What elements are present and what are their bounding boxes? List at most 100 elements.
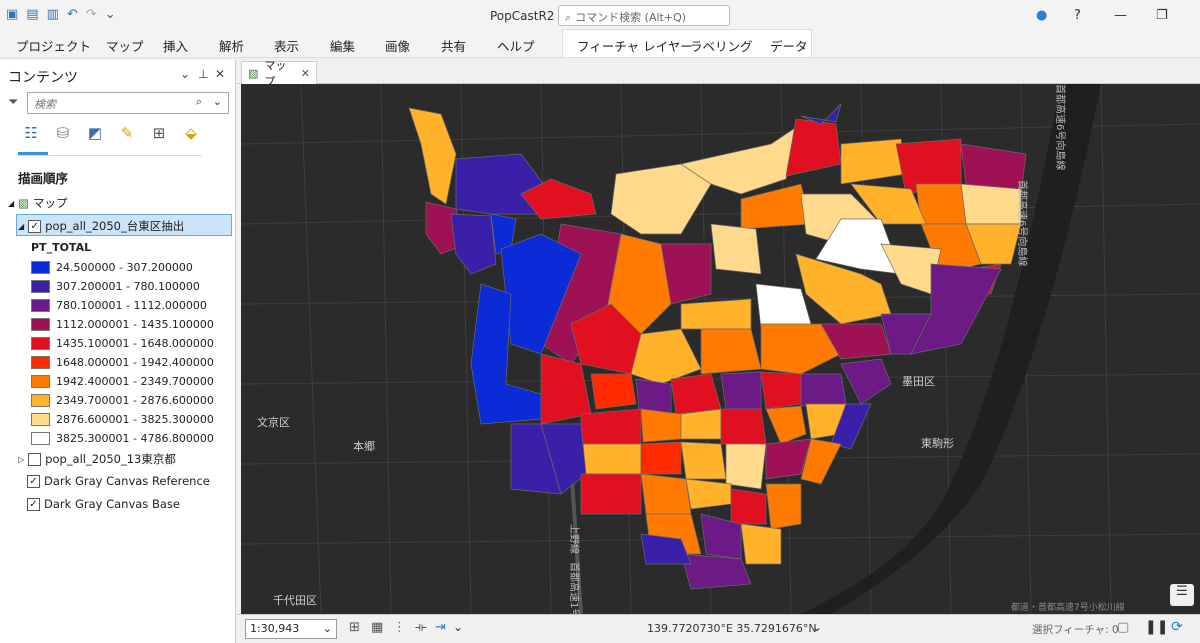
labeling-icon[interactable]: ⬙ bbox=[180, 124, 202, 146]
customize-qat-icon[interactable]: ⌄ bbox=[105, 7, 116, 22]
district-polygon[interactable] bbox=[840, 358, 892, 405]
tab-map-view[interactable]: ▧ マップ ✕ bbox=[241, 59, 317, 88]
drawing-order-icon[interactable]: ☷ bbox=[20, 124, 42, 146]
tab-data[interactable]: データ bbox=[770, 36, 808, 55]
pane-options-icon[interactable]: ⌄ bbox=[180, 67, 190, 81]
tab-map[interactable]: マップ bbox=[106, 36, 144, 55]
restore-icon[interactable]: ❐ bbox=[1156, 8, 1168, 23]
district-polygon[interactable] bbox=[670, 373, 722, 415]
command-search-input[interactable]: ⌕ コマンド検索 (Alt+Q) bbox=[558, 5, 730, 26]
district-polygon[interactable] bbox=[730, 488, 767, 525]
district-polygon[interactable] bbox=[725, 443, 767, 490]
minimize-icon[interactable]: — bbox=[1114, 8, 1127, 23]
district-polygon[interactable] bbox=[760, 371, 802, 410]
snapping-icon[interactable]: ⊞ bbox=[148, 124, 170, 146]
tab-help[interactable]: ヘルプ bbox=[497, 36, 535, 55]
district-polygon[interactable] bbox=[785, 118, 842, 177]
district-polygon[interactable] bbox=[755, 283, 812, 330]
close-icon[interactable]: ✕ bbox=[215, 67, 225, 81]
collapsed-icon[interactable]: ▷ bbox=[18, 455, 24, 464]
district-polygon[interactable] bbox=[700, 328, 762, 375]
district-polygon[interactable] bbox=[680, 408, 722, 440]
tab-project[interactable]: プロジェクト bbox=[16, 36, 91, 55]
district-polygon[interactable] bbox=[450, 213, 497, 275]
filter-icon[interactable]: ⏷ bbox=[8, 95, 18, 110]
chevron-down-icon[interactable]: ⌄ bbox=[453, 620, 463, 634]
layer-item-base[interactable]: ✓ Dark Gray Canvas Base bbox=[27, 497, 180, 511]
district-polygon[interactable] bbox=[710, 223, 762, 275]
pin-icon[interactable]: ⊥ bbox=[198, 67, 208, 81]
open-project-icon[interactable]: ▤ bbox=[26, 7, 38, 22]
district-polygon[interactable] bbox=[580, 408, 642, 445]
selected-feature-count[interactable]: 選択フィーチャ: 0 bbox=[1032, 622, 1119, 637]
district-polygon[interactable] bbox=[960, 183, 1022, 225]
tab-labeling[interactable]: ラベリング bbox=[690, 36, 753, 55]
pause-icon[interactable]: ❚❚ bbox=[1145, 619, 1168, 635]
layer-visibility-checkbox[interactable]: ✓ bbox=[28, 219, 42, 233]
expand-icon[interactable]: ◢ bbox=[8, 199, 14, 208]
district-polygon[interactable] bbox=[408, 107, 457, 205]
district-polygon[interactable] bbox=[610, 163, 712, 235]
district-polygon[interactable] bbox=[580, 473, 642, 515]
district-polygon[interactable] bbox=[640, 441, 682, 475]
selection-icon[interactable]: ◩ bbox=[84, 124, 106, 146]
district-polygon[interactable] bbox=[720, 408, 767, 445]
district-polygon[interactable] bbox=[800, 373, 847, 407]
close-icon[interactable]: ✕ bbox=[301, 67, 310, 80]
notification-icon[interactable]: ● bbox=[1036, 8, 1047, 23]
refresh-cache-icon[interactable]: ▢ bbox=[1117, 620, 1129, 635]
undo-icon[interactable]: ↶ bbox=[67, 7, 78, 22]
data-source-icon[interactable]: ⛁ bbox=[52, 124, 74, 146]
map-canvas[interactable]: 文京区 本郷 墨田区 東駒形 千代田区 上野線 首都高速1号 首都高速6号向島線… bbox=[241, 84, 1200, 614]
tab-analysis[interactable]: 解析 bbox=[219, 36, 244, 55]
layer-switcher-icon[interactable]: ☰ bbox=[1170, 584, 1194, 606]
search-icon[interactable]: ⌕ bbox=[196, 95, 202, 109]
district-polygon[interactable] bbox=[580, 443, 642, 475]
map-view[interactable]: 文京区 本郷 墨田区 東駒形 千代田区 上野線 首都高速1号 首都高速6号向島線… bbox=[241, 84, 1200, 614]
measure-icon[interactable]: ⟛ bbox=[415, 620, 427, 635]
layer-item-reference[interactable]: ✓ Dark Gray Canvas Reference bbox=[27, 474, 210, 488]
district-polygon[interactable] bbox=[765, 483, 802, 530]
expand-icon[interactable]: ◢ bbox=[18, 222, 24, 231]
district-polygon[interactable] bbox=[720, 371, 762, 410]
navigation-icon[interactable]: ⇥ bbox=[435, 620, 446, 635]
layer-item-taito[interactable]: ◢ ✓ pop_all_2050_台東区抽出 bbox=[18, 218, 184, 234]
new-project-icon[interactable]: ▣ bbox=[6, 7, 18, 22]
grid-icon[interactable]: ⊞ bbox=[349, 620, 360, 635]
district-polygon[interactable] bbox=[685, 478, 732, 510]
editing-icon[interactable]: ✎ bbox=[116, 124, 138, 146]
district-polygon[interactable] bbox=[640, 408, 682, 443]
redo-icon[interactable]: ↷ bbox=[86, 7, 97, 22]
refresh-icon[interactable]: ⟳ bbox=[1171, 619, 1183, 635]
tab-insert[interactable]: 挿入 bbox=[163, 36, 188, 55]
snapping-icon[interactable]: ⋮ bbox=[393, 620, 406, 635]
tab-share[interactable]: 共有 bbox=[441, 36, 466, 55]
district-polygon[interactable] bbox=[590, 373, 637, 410]
district-polygon[interactable] bbox=[630, 328, 702, 385]
map-node[interactable]: ◢ ▧ マップ bbox=[8, 195, 68, 211]
district-polygon[interactable] bbox=[680, 298, 752, 330]
district-polygon[interactable] bbox=[740, 523, 782, 565]
layer-item-tokyo[interactable]: ▷ pop_all_2050_13東京都 bbox=[18, 451, 176, 467]
chevron-down-icon[interactable]: ⌄ bbox=[213, 95, 222, 108]
legend-swatch bbox=[31, 299, 50, 312]
legend-item: 1942.400001 - 2349.700000 bbox=[31, 372, 214, 391]
tab-edit[interactable]: 編集 bbox=[330, 36, 355, 55]
chevron-down-icon[interactable]: ⌄ bbox=[323, 622, 332, 635]
chevron-down-icon[interactable]: ⌄ bbox=[812, 620, 822, 634]
layer-visibility-checkbox[interactable]: ✓ bbox=[27, 497, 40, 511]
tab-imagery[interactable]: 画像 bbox=[385, 36, 410, 55]
save-icon[interactable]: ▥ bbox=[47, 7, 59, 22]
scale-select[interactable]: 1:30,943 ⌄ bbox=[245, 619, 337, 639]
layer-visibility-checkbox[interactable] bbox=[28, 452, 42, 466]
contents-search-input[interactable]: 検索 ⌕ ⌄ bbox=[27, 92, 229, 114]
tab-feature-layer[interactable]: フィーチャ レイヤー bbox=[577, 36, 693, 55]
district-polygon[interactable] bbox=[640, 473, 692, 515]
district-polygon[interactable] bbox=[680, 553, 752, 590]
layer-visibility-checkbox[interactable]: ✓ bbox=[27, 474, 40, 488]
table-icon[interactable]: ▦ bbox=[371, 620, 383, 635]
district-polygon[interactable] bbox=[680, 441, 727, 480]
tab-view[interactable]: 表示 bbox=[274, 36, 299, 55]
help-icon[interactable]: ? bbox=[1074, 8, 1081, 23]
district-polygon[interactable] bbox=[765, 405, 807, 445]
